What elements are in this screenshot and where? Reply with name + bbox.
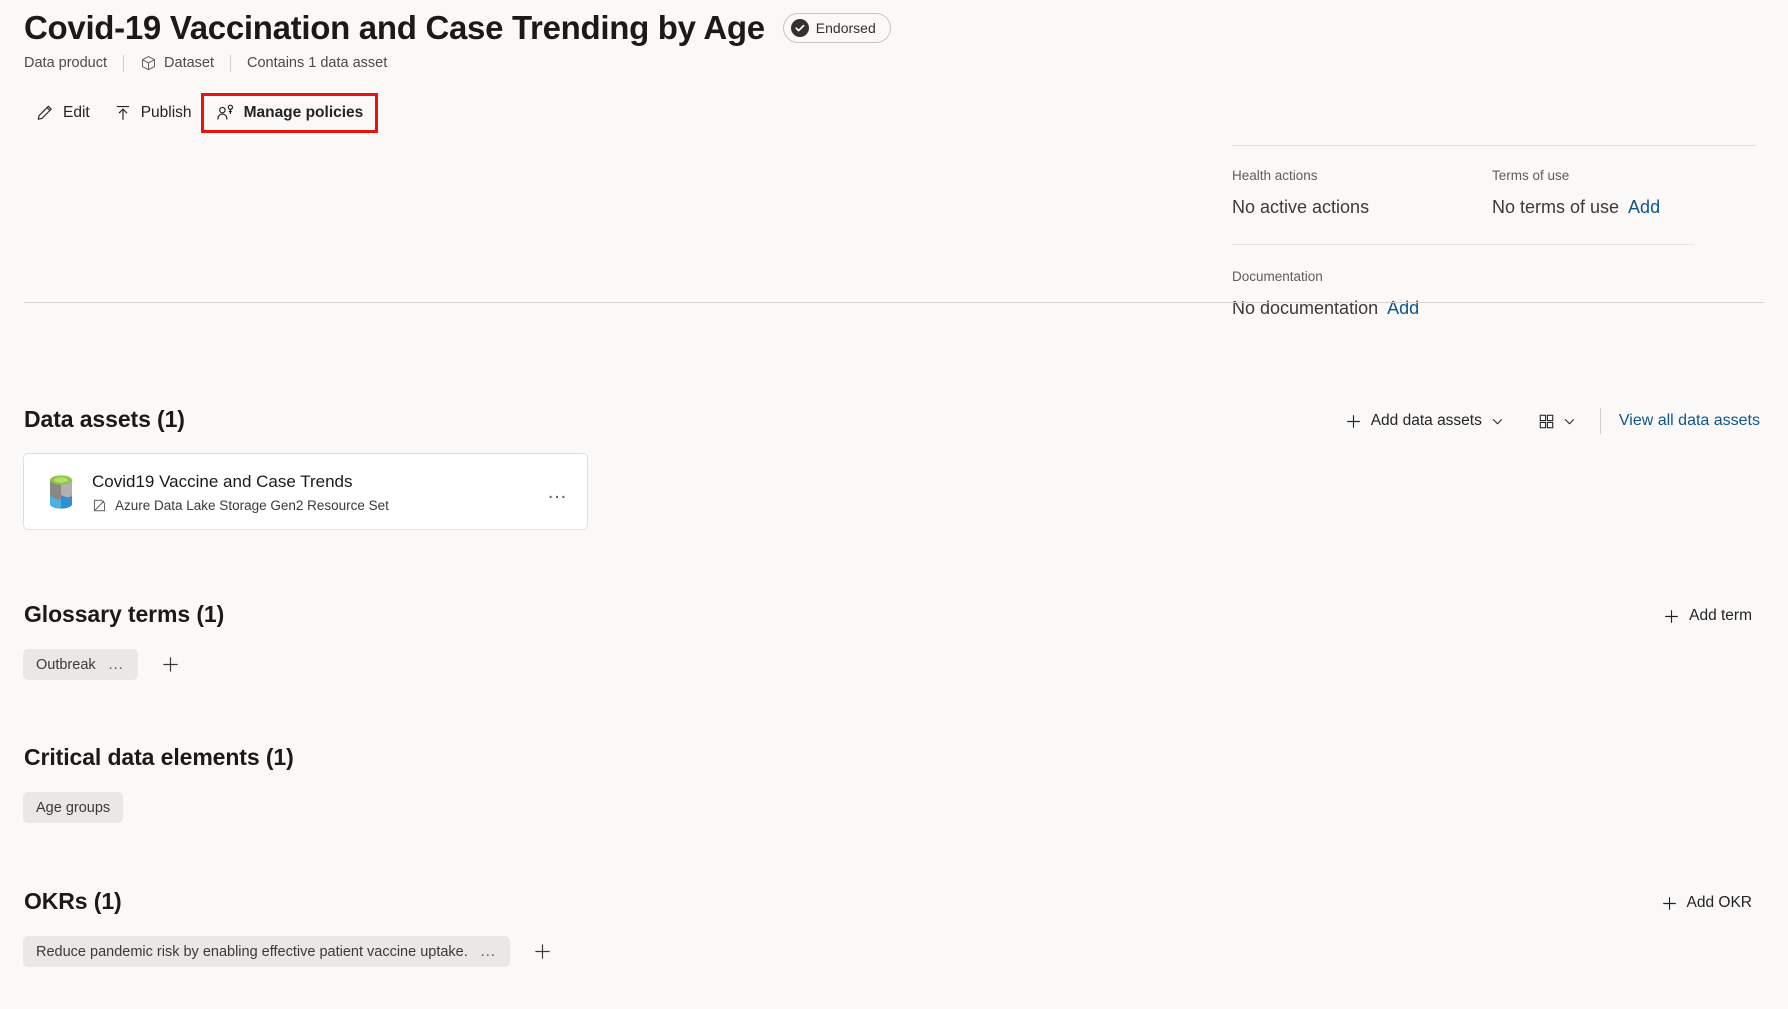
plus-icon — [161, 655, 180, 674]
terms-of-use-label: Terms of use — [1492, 168, 1570, 183]
page-title: Covid-19 Vaccination and Case Trending b… — [24, 9, 765, 46]
okrs-actions: Add OKR — [1651, 887, 1762, 919]
health-actions-block: Health actions No active actions — [1232, 166, 1492, 219]
data-asset-type: Azure Data Lake Storage Gen2 Resource Se… — [92, 498, 543, 513]
glossary-terms-chip-row: Outbreak … — [23, 649, 185, 680]
status-badge-endorsed[interactable]: Endorsed — [782, 13, 891, 43]
data-assets-heading: Data assets (1) — [24, 406, 185, 433]
breadcrumb-dataset: Dataset — [140, 55, 214, 72]
title-row: Covid-19 Vaccination and Case Trending b… — [24, 8, 891, 48]
glossary-term-label: Outbreak — [36, 656, 96, 673]
content-divider — [24, 302, 1764, 303]
breadcrumb: Data product Dataset Contains 1 data ass… — [24, 52, 387, 74]
breadcrumb-divider — [123, 54, 125, 72]
command-bar: Edit Publish Manage policies — [24, 93, 379, 133]
breadcrumb-asset-count: Contains 1 data asset — [247, 55, 388, 71]
publish-arrow-up-icon — [114, 104, 132, 122]
grid-view-icon — [1538, 413, 1555, 430]
check-circle-filled-icon — [790, 19, 809, 37]
data-asset-name: Covid19 Vaccine and Case Trends — [92, 472, 353, 491]
info-panel: Health actions No active actions Terms o… — [1232, 166, 1756, 320]
plus-icon — [533, 942, 552, 961]
add-documentation-link[interactable]: Add — [1387, 296, 1419, 320]
glossary-term-chip[interactable]: Outbreak … — [23, 649, 139, 680]
okr-chip[interactable]: Reduce pandemic risk by enabling effecti… — [23, 936, 511, 967]
critical-data-element-label: Age groups — [36, 799, 111, 816]
publish-button[interactable]: Publish — [102, 96, 204, 130]
add-terms-of-use-link[interactable]: Add — [1628, 195, 1660, 219]
health-actions-value: No active actions — [1232, 197, 1370, 217]
add-okr-button[interactable]: Add OKR — [1651, 887, 1762, 919]
endorsed-label: Endorsed — [815, 20, 876, 36]
plus-icon — [1663, 608, 1680, 625]
glossary-terms-heading: Glossary terms (1) — [24, 601, 224, 628]
add-term-label: Add term — [1689, 607, 1752, 624]
breadcrumb-divider-2 — [230, 54, 232, 72]
okr-label: Reduce pandemic risk by enabling effecti… — [36, 943, 468, 960]
resource-set-icon — [92, 498, 107, 513]
info-panel-inner-divider — [1232, 244, 1695, 245]
data-asset-type-label: Azure Data Lake Storage Gen2 Resource Se… — [115, 498, 389, 513]
edit-label: Edit — [63, 104, 90, 121]
add-data-assets-label: Add data assets — [1370, 412, 1482, 429]
critical-data-element-chip[interactable]: Age groups — [23, 792, 124, 823]
data-product-detail-page: Covid-19 Vaccination and Case Trending b… — [0, 0, 1788, 1009]
terms-of-use-block: Terms of use No terms of use Add — [1492, 166, 1752, 219]
documentation-block: Documentation No documentation Add — [1232, 267, 1492, 320]
azure-data-lake-cylinder-icon — [44, 472, 78, 512]
person-key-icon — [216, 104, 235, 122]
terms-of-use-value: No terms of use — [1492, 197, 1620, 217]
critical-data-elements-chip-row: Age groups — [23, 792, 124, 823]
chevron-down-icon — [1491, 415, 1504, 428]
edit-button[interactable]: Edit — [24, 96, 102, 130]
view-mode-button[interactable] — [1528, 405, 1586, 437]
actions-divider — [1599, 408, 1601, 434]
okrs-title: OKRs (1) — [24, 888, 122, 914]
pencil-icon — [36, 104, 54, 122]
breadcrumb-data-product: Data product — [24, 55, 107, 71]
info-panel-top-divider — [1232, 145, 1756, 146]
data-assets-title: Data assets (1) — [24, 406, 185, 432]
cube-icon — [140, 55, 157, 72]
data-asset-text: Covid19 Vaccine and Case Trends Azure Da… — [92, 470, 543, 513]
add-term-button[interactable]: Add term — [1653, 600, 1762, 632]
breadcrumb-dataset-label: Dataset — [164, 55, 215, 71]
documentation-value: No documentation — [1232, 298, 1379, 318]
add-okr-label: Add OKR — [1686, 894, 1752, 911]
breadcrumb-data-product-label: Data product — [24, 55, 108, 71]
plus-icon — [1345, 413, 1362, 430]
okr-more-button[interactable]: … — [480, 943, 498, 959]
critical-data-elements-title: Critical data elements (1) — [24, 744, 294, 770]
add-data-assets-button[interactable]: Add data assets — [1335, 405, 1514, 437]
data-asset-more-button[interactable]: … — [543, 481, 573, 503]
glossary-terms-actions: Add term — [1653, 600, 1762, 632]
publish-label: Publish — [140, 104, 192, 121]
add-glossary-term-chip-button[interactable] — [155, 650, 185, 680]
critical-data-elements-heading: Critical data elements (1) — [24, 744, 294, 771]
data-asset-card[interactable]: Covid19 Vaccine and Case Trends Azure Da… — [23, 453, 588, 530]
add-okr-chip-button[interactable] — [527, 937, 557, 967]
data-assets-actions: Add data assets View all data assets — [1335, 405, 1764, 437]
glossary-terms-title: Glossary terms (1) — [24, 601, 225, 627]
glossary-term-more-button[interactable]: … — [108, 656, 126, 672]
view-mode-chevron-down-icon — [1563, 415, 1576, 428]
plus-icon — [1661, 895, 1678, 912]
health-actions-label: Health actions — [1232, 168, 1318, 183]
okrs-heading: OKRs (1) — [24, 888, 122, 915]
view-all-data-assets-link[interactable]: View all data assets — [1615, 406, 1764, 436]
documentation-label: Documentation — [1232, 269, 1323, 284]
manage-policies-label: Manage policies — [243, 104, 364, 121]
manage-policies-button[interactable]: Manage policies — [200, 93, 379, 133]
okrs-chip-row: Reduce pandemic risk by enabling effecti… — [23, 936, 557, 967]
